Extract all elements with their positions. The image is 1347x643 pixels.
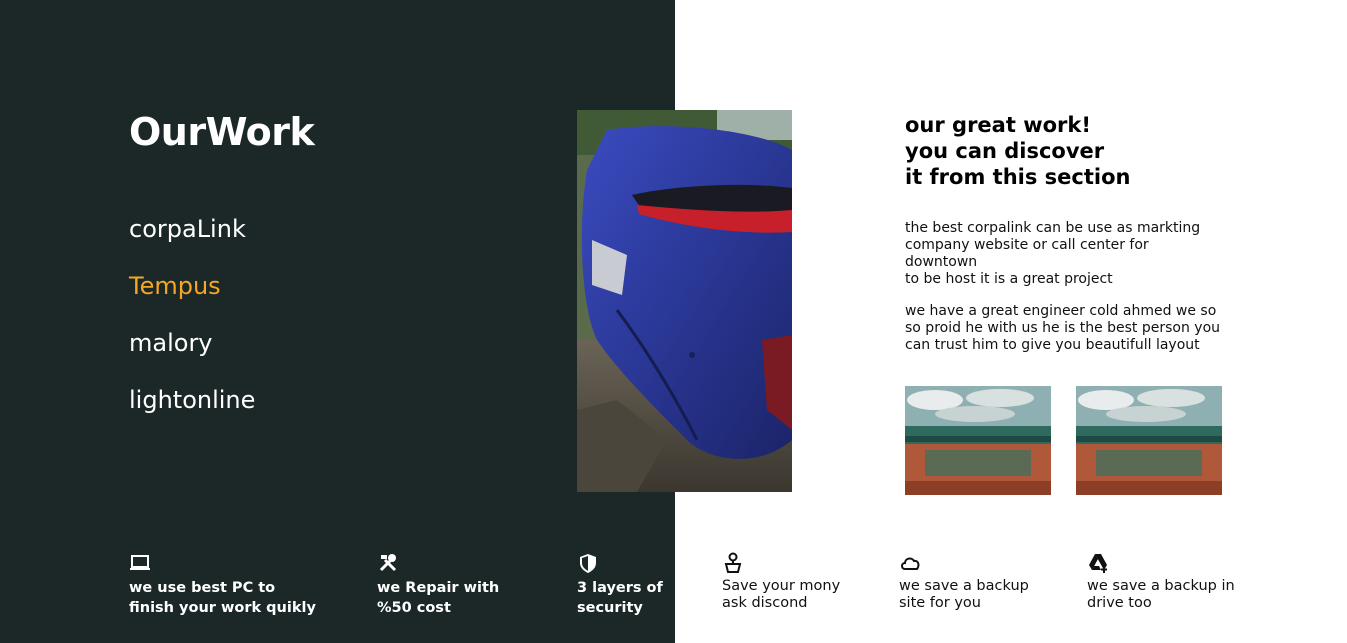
feature-text: 3 layers of security <box>577 580 663 616</box>
feature-text: Save your mony ask discond <box>722 578 841 611</box>
intro-heading: our great work! you can discover it from… <box>905 113 1131 189</box>
nav-item-lightonline[interactable]: lightonline <box>129 386 255 443</box>
car-photo <box>577 110 792 492</box>
feature-backup-site: we save a backup site for you <box>899 552 1029 612</box>
cloud-icon <box>901 557 920 570</box>
laptop-icon <box>130 555 150 570</box>
feature-text: we save a backup site for you <box>899 578 1029 611</box>
dark-panel <box>0 0 675 643</box>
feature-security: 3 layers of security <box>577 552 663 618</box>
section-title: OurWork <box>129 110 315 154</box>
person-icon <box>724 552 742 573</box>
stadium-thumbnail-2[interactable] <box>1076 386 1222 495</box>
intro-paragraph-2: we have a great engineer cold ahmed we s… <box>905 303 1221 353</box>
nav-item-corpalink[interactable]: corpaLink <box>129 215 255 272</box>
feature-discount: Save your mony ask discond <box>722 552 840 612</box>
nav-item-malory[interactable]: malory <box>129 329 255 386</box>
stadium-thumbnail-1[interactable] <box>905 386 1051 495</box>
project-nav: corpaLink Tempus malory lightonline <box>129 215 255 443</box>
feature-text: we Repair with %50 cost <box>377 580 500 616</box>
nav-item-tempus[interactable]: Tempus <box>129 272 255 329</box>
feature-text: we save a backup in drive too <box>1087 578 1235 611</box>
intro-paragraph-1: the best corpalink can be use as marktin… <box>905 220 1201 287</box>
tools-icon <box>379 554 397 572</box>
feature-repair: we Repair with %50 cost <box>377 552 499 618</box>
feature-backup-drive: we save a backup in drive too <box>1087 552 1235 612</box>
drive-icon <box>1089 554 1107 573</box>
feature-best-pc: we use best PC to finish your work quikl… <box>129 552 316 618</box>
shield-icon <box>580 554 596 573</box>
feature-text: we use best PC to finish your work quikl… <box>129 580 316 616</box>
